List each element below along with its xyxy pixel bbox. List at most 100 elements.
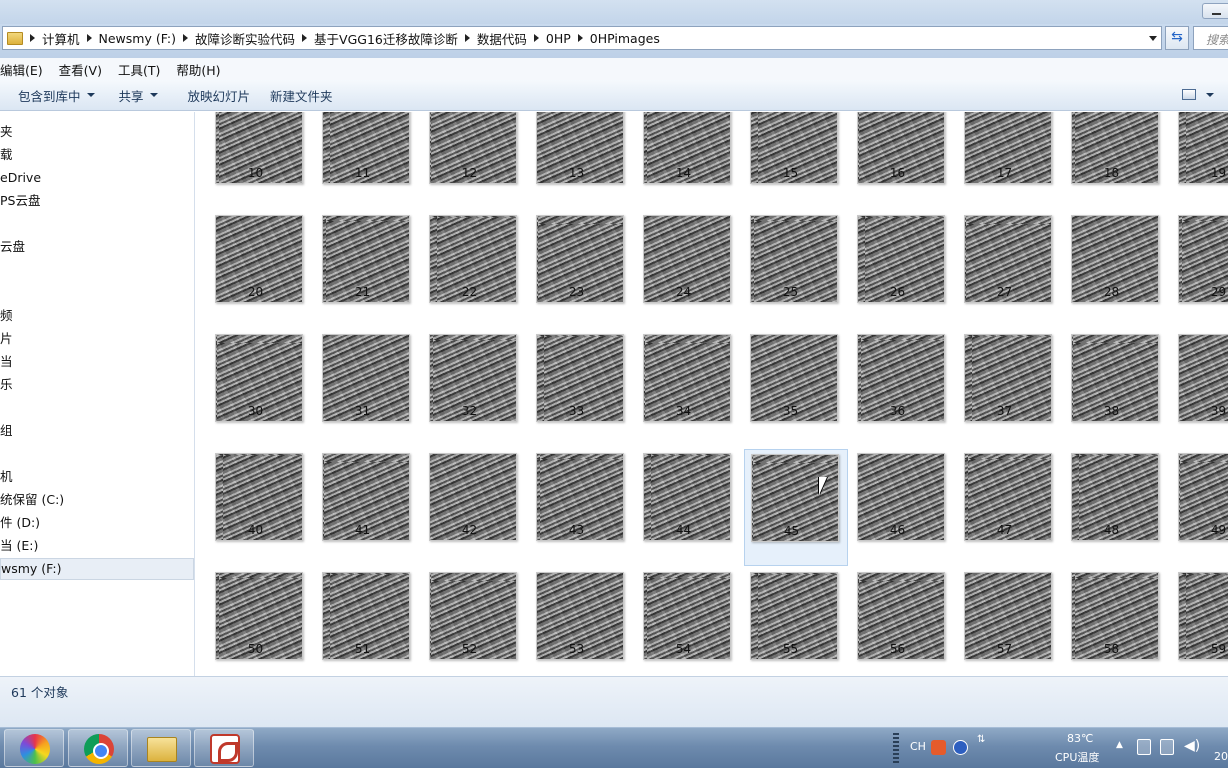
include-in-library-button[interactable]: 包含到库中 [8, 86, 105, 105]
file-thumbnail-45[interactable]: 45 [744, 449, 848, 566]
file-thumbnail-23[interactable]: 23 [530, 211, 634, 328]
file-thumbnail-32[interactable]: 32 [423, 330, 527, 447]
nav-item-computer[interactable]: 机 [0, 467, 194, 487]
file-thumbnail-58[interactable]: 58 [1065, 568, 1169, 676]
menu-edit[interactable]: 编辑(E) [0, 60, 51, 79]
chevron-right-icon[interactable] [30, 34, 35, 42]
breadcrumb-folder-1[interactable]: 故障诊断实验代码 [195, 29, 295, 48]
file-thumbnail-12[interactable]: 12 [423, 112, 527, 209]
nav-item-drive-d[interactable]: 件 (D:) [0, 513, 194, 533]
menu-help[interactable]: 帮助(H) [168, 60, 228, 79]
file-thumbnail-29[interactable]: 29 [1172, 211, 1228, 328]
file-thumbnail-42[interactable]: 42 [423, 449, 527, 566]
file-thumbnail-31[interactable]: 31 [316, 330, 420, 447]
nav-item-drive-c[interactable]: 统保留 (C:) [0, 490, 194, 510]
file-thumbnail-35[interactable]: 35 [744, 330, 848, 447]
file-thumbnail-16[interactable]: 16 [851, 112, 955, 209]
file-thumbnail-15[interactable]: 15 [744, 112, 848, 209]
file-thumbnail-43[interactable]: 43 [530, 449, 634, 566]
file-thumbnail-22[interactable]: 22 [423, 211, 527, 328]
menu-view[interactable]: 查看(V) [51, 60, 110, 79]
file-thumbnail-52[interactable]: 52 [423, 568, 527, 676]
file-thumbnail-26[interactable]: 26 [851, 211, 955, 328]
minimize-button[interactable] [1202, 3, 1228, 19]
file-thumbnail-30[interactable]: 30 [209, 330, 313, 447]
file-thumbnail-19[interactable]: 19 [1172, 112, 1228, 209]
address-bar[interactable]: 计算机 Newsmy (F:) 故障诊断实验代码 基于VGG16迁移故障诊断 数… [2, 26, 1162, 50]
file-thumbnail-25[interactable]: 25 [744, 211, 848, 328]
file-thumbnail-53[interactable]: 53 [530, 568, 634, 676]
file-thumbnail-39[interactable]: 39 [1172, 330, 1228, 447]
chevron-right-icon[interactable] [302, 34, 308, 42]
file-thumbnail-17[interactable]: 17 [958, 112, 1062, 209]
file-thumbnail-21[interactable]: 21 [316, 211, 420, 328]
nav-item-music[interactable]: 乐 [0, 375, 194, 395]
file-thumbnail-28[interactable]: 28 [1065, 211, 1169, 328]
file-thumbnail-14[interactable]: 14 [637, 112, 741, 209]
nav-item-pictures[interactable]: 片 [0, 329, 194, 349]
file-thumbnail-11[interactable]: 11 [316, 112, 420, 209]
file-thumbnail-41[interactable]: 41 [316, 449, 420, 566]
breadcrumb-folder-2[interactable]: 基于VGG16迁移故障诊断 [314, 29, 458, 48]
new-folder-button[interactable]: 新建文件夹 [260, 86, 343, 105]
taskbar-app-wps[interactable] [194, 729, 254, 767]
nav-item-wps-cloud[interactable]: PS云盘 [0, 191, 194, 211]
input-language[interactable]: CH [910, 740, 926, 753]
breadcrumb-folder-5[interactable]: 0HPimages [590, 31, 660, 46]
file-thumbnail-47[interactable]: 47 [958, 449, 1062, 566]
network-tray-icon[interactable]: ⇅ [977, 734, 985, 745]
nav-item-drive-e[interactable]: 当 (E:) [0, 536, 194, 556]
cpu-temperature[interactable]: 83℃ [1067, 732, 1093, 745]
nav-item-downloads[interactable]: 载 [0, 145, 194, 165]
nav-item-onedrive[interactable]: eDrive [0, 168, 194, 188]
taskbar-app-explorer[interactable] [131, 729, 191, 767]
breadcrumb-folder-3[interactable]: 数据代码 [477, 29, 527, 48]
chevron-right-icon[interactable] [464, 34, 470, 42]
menu-tools[interactable]: 工具(T) [110, 60, 168, 79]
nav-item-documents[interactable]: 当 [0, 352, 194, 372]
file-thumbnail-50[interactable]: 50 [209, 568, 313, 676]
file-thumbnail-33[interactable]: 33 [530, 330, 634, 447]
taskbar-app-1[interactable] [4, 729, 64, 767]
file-thumbnail-24[interactable]: 24 [637, 211, 741, 328]
chevron-down-icon[interactable] [1149, 36, 1157, 41]
slideshow-button[interactable]: 放映幻灯片 [178, 86, 261, 105]
file-thumbnail-10[interactable]: 10 [209, 112, 313, 209]
nav-item-cloud[interactable]: 云盘 [0, 237, 194, 257]
nav-item-videos[interactable]: 频 [0, 306, 194, 326]
file-thumbnail-36[interactable]: 36 [851, 330, 955, 447]
file-thumbnail-46[interactable]: 46 [851, 449, 955, 566]
file-thumbnail-34[interactable]: 34 [637, 330, 741, 447]
file-thumbnail-13[interactable]: 13 [530, 112, 634, 209]
share-button[interactable]: 共享 [109, 86, 168, 105]
nav-item-homegroup[interactable]: 组 [0, 421, 194, 441]
show-hidden-icons-icon[interactable]: ▲ [1116, 740, 1123, 750]
file-thumbnail-51[interactable]: 51 [316, 568, 420, 676]
search-input[interactable]: 搜索 [1193, 26, 1228, 50]
help-icon[interactable] [953, 740, 968, 755]
chevron-right-icon[interactable] [86, 34, 92, 42]
volume-icon[interactable]: ◀) [1184, 738, 1200, 754]
action-center-icon[interactable] [1137, 739, 1151, 755]
breadcrumb-computer[interactable]: 计算机 [42, 29, 80, 48]
nav-item-drive-f[interactable]: wsmy (F:) [0, 558, 194, 580]
breadcrumb-folder-4[interactable]: 0HP [546, 31, 571, 46]
tray-grip[interactable] [893, 733, 899, 763]
file-thumbnail-54[interactable]: 54 [637, 568, 741, 676]
file-thumbnail-18[interactable]: 18 [1065, 112, 1169, 209]
power-icon[interactable] [1160, 739, 1174, 755]
file-thumbnail-44[interactable]: 44 [637, 449, 741, 566]
refresh-button[interactable]: ⇆ [1165, 26, 1189, 50]
file-thumbnail-59[interactable]: 59 [1172, 568, 1228, 676]
file-thumbnail-40[interactable]: 40 [209, 449, 313, 566]
clock[interactable]: 20 [1214, 750, 1228, 763]
chevron-right-icon[interactable] [533, 34, 539, 42]
file-thumbnail-48[interactable]: 48 [1065, 449, 1169, 566]
breadcrumb-drive[interactable]: Newsmy (F:) [99, 31, 177, 46]
chevron-right-icon[interactable] [577, 34, 583, 42]
file-thumbnail-49[interactable]: 49 [1172, 449, 1228, 566]
file-thumbnail-56[interactable]: 56 [851, 568, 955, 676]
file-thumbnail-38[interactable]: 38 [1065, 330, 1169, 447]
file-thumbnail-57[interactable]: 57 [958, 568, 1062, 676]
file-thumbnail-55[interactable]: 55 [744, 568, 848, 676]
